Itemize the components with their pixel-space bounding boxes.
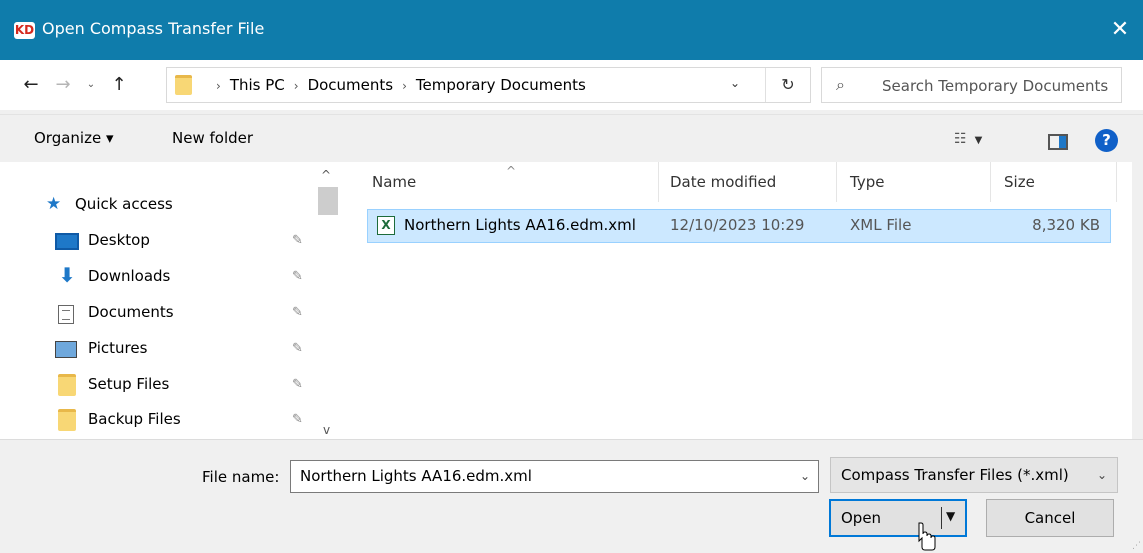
sidebar-item-label: Backup Files bbox=[88, 410, 181, 428]
excel-xml-file-icon: X bbox=[377, 216, 395, 235]
file-size: 8,320 KB bbox=[1032, 216, 1100, 234]
forward-button[interactable]: → bbox=[50, 72, 76, 98]
window-title: Open Compass Transfer File bbox=[42, 19, 265, 38]
file-list: ^ Name Date modified Type Size X Norther… bbox=[340, 162, 1132, 439]
sidebar-item-label: Pictures bbox=[88, 339, 148, 357]
column-header-type[interactable]: Type bbox=[850, 173, 884, 191]
sidebar-item-pictures[interactable]: Pictures ✎ bbox=[0, 332, 315, 366]
file-name-label: File name: bbox=[202, 468, 280, 486]
file-name-dropdown-icon[interactable]: ⌄ bbox=[800, 469, 810, 483]
recent-locations-button[interactable]: ⌄ bbox=[82, 72, 100, 98]
sidebar-item-quick-access[interactable]: ★ Quick access bbox=[0, 188, 315, 222]
breadcrumb-documents[interactable]: Documents bbox=[308, 76, 394, 94]
column-header-row: ^ Name Date modified Type Size bbox=[340, 162, 1132, 202]
sidebar-item-label: Desktop bbox=[88, 231, 150, 249]
sidebar-item-label: Quick access bbox=[75, 195, 173, 213]
scroll-up-icon[interactable]: ^ bbox=[321, 168, 331, 182]
desktop-icon bbox=[55, 233, 79, 250]
file-type-filter[interactable]: Compass Transfer Files (*.xml) ⌄ bbox=[830, 457, 1118, 493]
pictures-icon bbox=[55, 341, 77, 358]
column-divider[interactable] bbox=[836, 162, 837, 202]
breadcrumb-separator: › bbox=[216, 79, 221, 93]
pin-icon[interactable]: ✎ bbox=[292, 377, 303, 392]
view-caret-icon[interactable]: ▼ bbox=[975, 135, 983, 146]
sidebar-item-documents[interactable]: Documents ✎ bbox=[0, 296, 315, 330]
open-button[interactable]: Open ▼ bbox=[829, 499, 967, 537]
pin-icon[interactable]: ✎ bbox=[292, 269, 303, 284]
folder-icon bbox=[175, 75, 192, 95]
sidebar-item-desktop[interactable]: Desktop ✎ bbox=[0, 224, 315, 258]
app-icon-text: KD bbox=[14, 23, 35, 37]
cancel-button[interactable]: Cancel bbox=[986, 499, 1114, 537]
documents-icon bbox=[58, 305, 74, 324]
sidebar-item-downloads[interactable]: ⬇ Downloads ✎ bbox=[0, 260, 315, 294]
breadcrumb-separator[interactable]: › bbox=[294, 79, 299, 93]
column-divider[interactable] bbox=[990, 162, 991, 202]
sidebar-scrollbar[interactable]: ^ v bbox=[315, 162, 340, 439]
command-bar: Organize ▾ New folder ☷ ▼ ? bbox=[0, 114, 1143, 162]
pin-icon[interactable]: ✎ bbox=[292, 412, 303, 427]
folder-icon bbox=[58, 409, 76, 431]
new-folder-button[interactable]: New folder bbox=[172, 129, 253, 147]
file-type: XML File bbox=[850, 216, 912, 234]
search-input[interactable]: Search Temporary Documents bbox=[882, 77, 1108, 95]
breadcrumb-this-pc[interactable]: This PC bbox=[230, 76, 285, 94]
refresh-button[interactable]: ↻ bbox=[765, 68, 810, 102]
column-header-name[interactable]: Name bbox=[372, 173, 416, 191]
pin-icon[interactable]: ✎ bbox=[292, 341, 303, 356]
search-icon: ⌕ bbox=[836, 75, 845, 94]
download-icon: ⬇ bbox=[58, 263, 76, 287]
back-button[interactable]: ← bbox=[18, 72, 44, 98]
mouse-cursor-icon bbox=[918, 522, 936, 551]
view-icon: ☷ bbox=[954, 131, 967, 147]
pin-icon[interactable]: ✎ bbox=[292, 233, 303, 248]
dialog-footer: File name: Northern Lights AA16.edm.xml … bbox=[0, 439, 1143, 553]
sidebar-item-label: Downloads bbox=[88, 267, 171, 285]
scroll-thumb[interactable] bbox=[318, 187, 338, 215]
resize-grip-icon[interactable]: ⋰ bbox=[1132, 541, 1141, 551]
organize-button[interactable]: Organize ▾ bbox=[34, 129, 114, 147]
close-button[interactable]: ✕ bbox=[1097, 0, 1143, 60]
file-date-modified: 12/10/2023 10:29 bbox=[670, 216, 805, 234]
file-name-value[interactable]: Northern Lights AA16.edm.xml bbox=[300, 467, 532, 485]
sort-indicator-icon: ^ bbox=[506, 164, 517, 178]
navigation-pane: ★ Quick access Desktop ✎ ⬇ Downloads ✎ D… bbox=[0, 162, 340, 439]
file-row[interactable]: X Northern Lights AA16.edm.xml 12/10/202… bbox=[367, 209, 1111, 243]
open-button-label: Open bbox=[841, 509, 882, 527]
column-divider[interactable] bbox=[658, 162, 659, 202]
sidebar-item-setup-files[interactable]: Setup Files ✎ bbox=[0, 368, 315, 402]
breadcrumb-temporary-documents[interactable]: Temporary Documents bbox=[416, 76, 586, 94]
app-icon: KD bbox=[14, 22, 35, 39]
column-header-size[interactable]: Size bbox=[1004, 173, 1035, 191]
preview-pane-icon[interactable] bbox=[1048, 134, 1068, 150]
navigation-bar: ← → ⌄ ↑ › This PC › Documents › Temporary Doc… bbox=[0, 60, 1143, 110]
search-box[interactable]: ⌕ Search Temporary Documents bbox=[821, 67, 1122, 103]
folder-icon bbox=[58, 374, 76, 396]
breadcrumb-separator[interactable]: › bbox=[402, 79, 407, 93]
file-name: Northern Lights AA16.edm.xml bbox=[404, 216, 636, 234]
file-type-dropdown-icon[interactable]: ⌄ bbox=[1097, 468, 1107, 482]
file-name-field[interactable]: Northern Lights AA16.edm.xml ⌄ bbox=[290, 460, 819, 493]
help-icon[interactable]: ? bbox=[1095, 129, 1118, 152]
file-type-filter-value: Compass Transfer Files (*.xml) bbox=[841, 466, 1069, 484]
title-bar: KD Open Compass Transfer File ✕ bbox=[0, 0, 1143, 60]
up-button[interactable]: ↑ bbox=[106, 72, 132, 98]
change-view-button[interactable]: ☷ ▼ bbox=[954, 131, 982, 147]
column-header-date-modified[interactable]: Date modified bbox=[670, 173, 776, 191]
breadcrumb: › This PC › Documents › Temporary Documents bbox=[207, 76, 586, 94]
sidebar-item-label: Documents bbox=[88, 303, 174, 321]
sidebar-item-backup-files[interactable]: Backup Files ✎ bbox=[0, 403, 315, 437]
sidebar-item-label: Setup Files bbox=[88, 375, 170, 393]
pin-icon[interactable]: ✎ bbox=[292, 305, 303, 320]
scroll-down-icon[interactable]: v bbox=[323, 423, 330, 437]
address-bar[interactable]: › This PC › Documents › Temporary Documents ⌄… bbox=[166, 67, 811, 103]
split-divider bbox=[941, 507, 942, 529]
star-icon: ★ bbox=[46, 194, 62, 214]
open-options-arrow-icon[interactable]: ▼ bbox=[946, 509, 955, 523]
address-dropdown-icon[interactable]: ⌄ bbox=[730, 76, 740, 90]
column-divider[interactable] bbox=[1116, 162, 1117, 202]
